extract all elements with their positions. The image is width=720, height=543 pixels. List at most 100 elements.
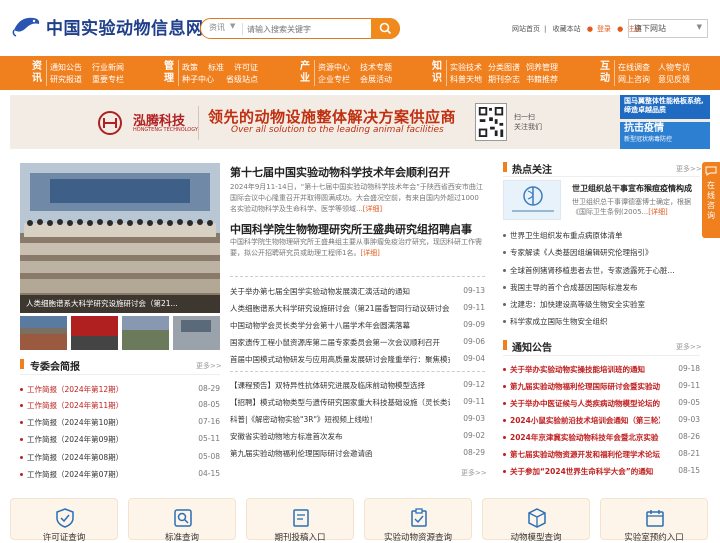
- list-item[interactable]: 全球首例猪肾移植患者去世，专家透露死于心脏...: [503, 262, 700, 279]
- list-item[interactable]: 首届中国模式动物研发与应用高质量发展研讨会隆重举行：聚焦模式 09-04: [230, 351, 485, 368]
- thumbnail-1[interactable]: [20, 316, 67, 350]
- list-item[interactable]: 我国主导的首个合成基因国际标准发布: [503, 279, 700, 296]
- detail-link[interactable]: [详细]: [648, 208, 667, 216]
- login-link[interactable]: 登录: [597, 25, 611, 33]
- nav-item[interactable]: 人物专访: [658, 62, 690, 73]
- nav-group-title[interactable]: 产业: [298, 61, 312, 85]
- more-link[interactable]: 更多>>: [676, 164, 702, 174]
- item-date: 07-16: [198, 417, 220, 426]
- journal-submit-card[interactable]: 期刊投稿入口: [246, 498, 354, 543]
- nav-group-title[interactable]: 资讯: [30, 61, 44, 85]
- list-item[interactable]: 科学家成立国际生物安全组织: [503, 313, 700, 330]
- resource-query-card[interactable]: 实验动物资源查询: [364, 498, 472, 543]
- list-item[interactable]: 2024年京津冀实验动物科技年会暨北京实验 08-26: [503, 429, 700, 445]
- list-item[interactable]: 中国动物学会灵长类学分会第十八届学术年会圆满落幕 09-09: [230, 317, 485, 334]
- detail-link[interactable]: [详细]: [360, 249, 379, 257]
- nav-group-title[interactable]: 互动: [598, 61, 612, 85]
- detail-link[interactable]: [详细]: [363, 205, 382, 213]
- nav-item[interactable]: 分类图谱: [488, 62, 520, 73]
- nav-item[interactable]: 在线调查: [618, 62, 650, 73]
- side-ad-top[interactable]: 国马翼整体性能格板系统,缔造卓越品质: [620, 95, 710, 119]
- list-item[interactable]: 【招聘】模式动物类型与遗传研究国家重大科技基础设施（灵长类设 09-11: [230, 394, 485, 411]
- nav-item[interactable]: 饲养管理: [526, 62, 558, 73]
- nav-item[interactable]: 资源中心: [318, 62, 350, 73]
- list-item[interactable]: 关于举办中医证候与人类疾病动物模型论坛的 09-05: [503, 395, 700, 411]
- nav-item[interactable]: 政策: [182, 62, 198, 73]
- news-list-2: 【课程预告】双特异性抗体研究进展及临床前动物模型选择 09-12 【招聘】模式动物…: [230, 377, 485, 462]
- site-select[interactable]: 旗下网站 ▼: [628, 19, 708, 38]
- nav-item[interactable]: 意见反馈: [658, 74, 690, 85]
- list-item[interactable]: 工作简报（2024年第09期） 05-11: [20, 431, 220, 447]
- list-item[interactable]: 世界卫生组织发布重点病原体清单: [503, 227, 700, 244]
- thumbnail-4[interactable]: [173, 316, 220, 350]
- nav-item[interactable]: 标准: [208, 62, 224, 73]
- item-title: 关于举办实验动物实操技能培训班的通知: [510, 365, 645, 374]
- list-item[interactable]: 工作简报（2024年第08期） 05-08: [20, 449, 220, 465]
- chat-icon: [705, 166, 717, 176]
- list-item[interactable]: 第九届实验动物福利伦理国际研讨会暨实验动 09-11: [503, 378, 700, 394]
- nav-item[interactable]: 实验技术: [450, 62, 482, 73]
- list-item[interactable]: 人类细胞谱系大科学研究设施研讨会（第21届香智同行动议研讨会） 09-11: [230, 300, 485, 317]
- nav-item[interactable]: 许可证: [234, 62, 258, 73]
- hot-feature-image[interactable]: [503, 180, 561, 220]
- list-item[interactable]: 专家解读《人类基因组编辑研究伦理指引》: [503, 244, 700, 261]
- nav-item[interactable]: 书籍推荐: [526, 74, 558, 85]
- nav-item[interactable]: 技术专题: [360, 62, 392, 73]
- nav-item[interactable]: 科普天地: [450, 74, 482, 85]
- nav-item[interactable]: 省级站点: [226, 74, 258, 85]
- list-item[interactable]: 安徽省实验动物地方标准首次发布 09-02: [230, 428, 485, 445]
- item-date: 09-11: [678, 381, 700, 390]
- list-item[interactable]: 工作简报（2024年第11期） 08-05: [20, 397, 220, 413]
- list-item[interactable]: 第九届实验动物福利伦理国际研讨会邀请函 08-29: [230, 445, 485, 462]
- hot-feature-title[interactable]: 世卫组织总干事宣布猴痘疫情构成: [572, 183, 692, 194]
- thumbnail-3[interactable]: [122, 316, 169, 350]
- more-link[interactable]: 更多>>: [461, 468, 487, 478]
- nav-item[interactable]: 期刊杂志: [488, 74, 520, 85]
- nav-group-title[interactable]: 管理: [162, 61, 176, 85]
- nav-item[interactable]: 研究报道: [50, 74, 82, 85]
- favorite-link[interactable]: 收藏本站: [553, 25, 581, 33]
- list-item[interactable]: 工作简报（2024年第10期） 07-16: [20, 414, 220, 430]
- list-item[interactable]: 科普|《解密动物实验"3R"》短视频上线啦！ 09-03: [230, 411, 485, 428]
- nav-item[interactable]: 重要专栏: [92, 74, 124, 85]
- nav-item[interactable]: 网上咨询: [618, 74, 650, 85]
- ad-banner[interactable]: 泓腾科技 HONGTENG TECHNOLOGY 领先的动物设施整体解决方案供应…: [10, 95, 710, 149]
- standard-query-card[interactable]: 标准查询: [128, 498, 236, 543]
- thumbnail-2[interactable]: [71, 316, 118, 350]
- list-item[interactable]: 【课程预告】双特异性抗体研究进展及临床前动物模型选择 09-12: [230, 377, 485, 394]
- list-item[interactable]: 关于参加“2024世界生命科学大会”的通知 08-15: [503, 463, 700, 479]
- nav-item[interactable]: 会展活动: [360, 74, 392, 85]
- side-ad-bottom[interactable]: 抗击疫情 新型冠状病毒防控: [620, 122, 710, 149]
- model-query-card[interactable]: 动物模型查询: [482, 498, 590, 543]
- more-link[interactable]: 更多>>: [196, 361, 222, 371]
- bullet: [503, 470, 506, 473]
- nav-item[interactable]: 企业专栏: [318, 74, 350, 85]
- headline-title[interactable]: 中国科学院生物物理研究所王盛典研究组招聘启事: [230, 221, 472, 237]
- online-consult-tab[interactable]: 在线咨询: [702, 162, 720, 238]
- nav-item[interactable]: 通知公告: [50, 62, 82, 73]
- nav-item[interactable]: 种子中心: [182, 74, 214, 85]
- search-input[interactable]: [247, 22, 369, 36]
- list-item[interactable]: 关于举办实验动物实操技能培训班的通知 09-18: [503, 361, 700, 377]
- nav-item[interactable]: 行业新闻: [92, 62, 124, 73]
- company-name-en: HONGTENG TECHNOLOGY: [133, 127, 198, 133]
- hero-caption[interactable]: 人类细胞谱系大科学研究设施研讨会（第21...: [20, 295, 220, 313]
- search-category-select[interactable]: 资讯: [209, 22, 225, 33]
- list-item[interactable]: 关于举办第七届全国学实验动物发展演汇演活动的通知 09-13: [230, 283, 485, 300]
- site-logo-text[interactable]: 中国实验动物信息网: [46, 14, 204, 39]
- more-link[interactable]: 更多>>: [676, 342, 702, 352]
- list-item[interactable]: 2024小鼠实验前沿技术培训会通知（第三轮） 09-03: [503, 412, 700, 428]
- rat-logo-icon: [12, 17, 40, 37]
- list-item[interactable]: 工作简报（2024年第07期） 04-15: [20, 466, 220, 482]
- license-query-card[interactable]: 许可证查询: [10, 498, 118, 543]
- list-item[interactable]: 国家遗传工程小鼠资源库第二届专家委员会第一次会议顺利召开 09-06: [230, 334, 485, 351]
- headline-title[interactable]: 第十七届中国实验动物科学技术年会顺利召开: [230, 164, 450, 180]
- search-button[interactable]: [371, 18, 400, 39]
- nav-group-title[interactable]: 知识: [430, 61, 444, 85]
- list-item[interactable]: 工作简报（2024年第12期） 08-29: [20, 381, 220, 397]
- list-item[interactable]: 沈建忠：加快建设高等级生物安全实验室: [503, 296, 700, 313]
- lab-booking-card[interactable]: 实验室预约入口: [600, 498, 708, 543]
- home-link[interactable]: 网站首页: [512, 25, 540, 33]
- list-item[interactable]: 第七届实验动物资源开发和福利伦理学术论坛 08-21: [503, 446, 700, 462]
- hero-slideshow[interactable]: 人类细胞谱系大科学研究设施研讨会（第21...: [20, 163, 220, 313]
